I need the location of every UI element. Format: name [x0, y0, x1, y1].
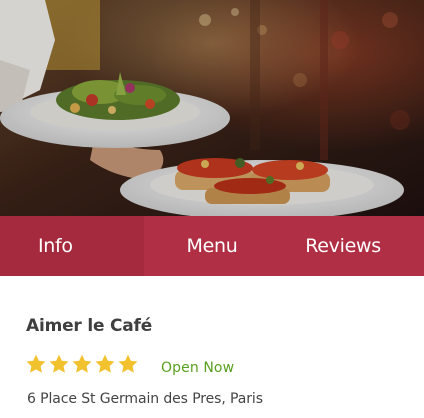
star-icon	[118, 354, 138, 373]
open-status: Open Now	[161, 360, 235, 376]
tab-bar: Info Menu Reviews	[0, 216, 424, 276]
restaurant-plates-photo	[0, 0, 424, 216]
star-icon	[26, 354, 46, 373]
tab-menu-label: Menu	[186, 235, 238, 257]
info-panel: Aimer le Café Open Now 6 Place St Germai…	[0, 276, 424, 418]
hero-image	[0, 0, 424, 216]
tab-reviews-label: Reviews	[305, 235, 381, 257]
restaurant-detail-screen: Info Menu Reviews Aimer le Café Open Now…	[0, 0, 424, 418]
tab-menu[interactable]: Menu	[144, 216, 284, 276]
star-icon	[72, 354, 92, 373]
star-icon	[95, 354, 115, 373]
restaurant-name: Aimer le Café	[26, 316, 153, 336]
tab-reviews[interactable]: Reviews	[284, 216, 424, 276]
star-rating	[25, 353, 139, 375]
star-icon	[49, 354, 69, 373]
restaurant-address: 6 Place St Germain des Pres, Paris	[27, 391, 263, 407]
tab-info[interactable]: Info	[0, 216, 144, 276]
tab-info-label: Info	[38, 235, 73, 257]
